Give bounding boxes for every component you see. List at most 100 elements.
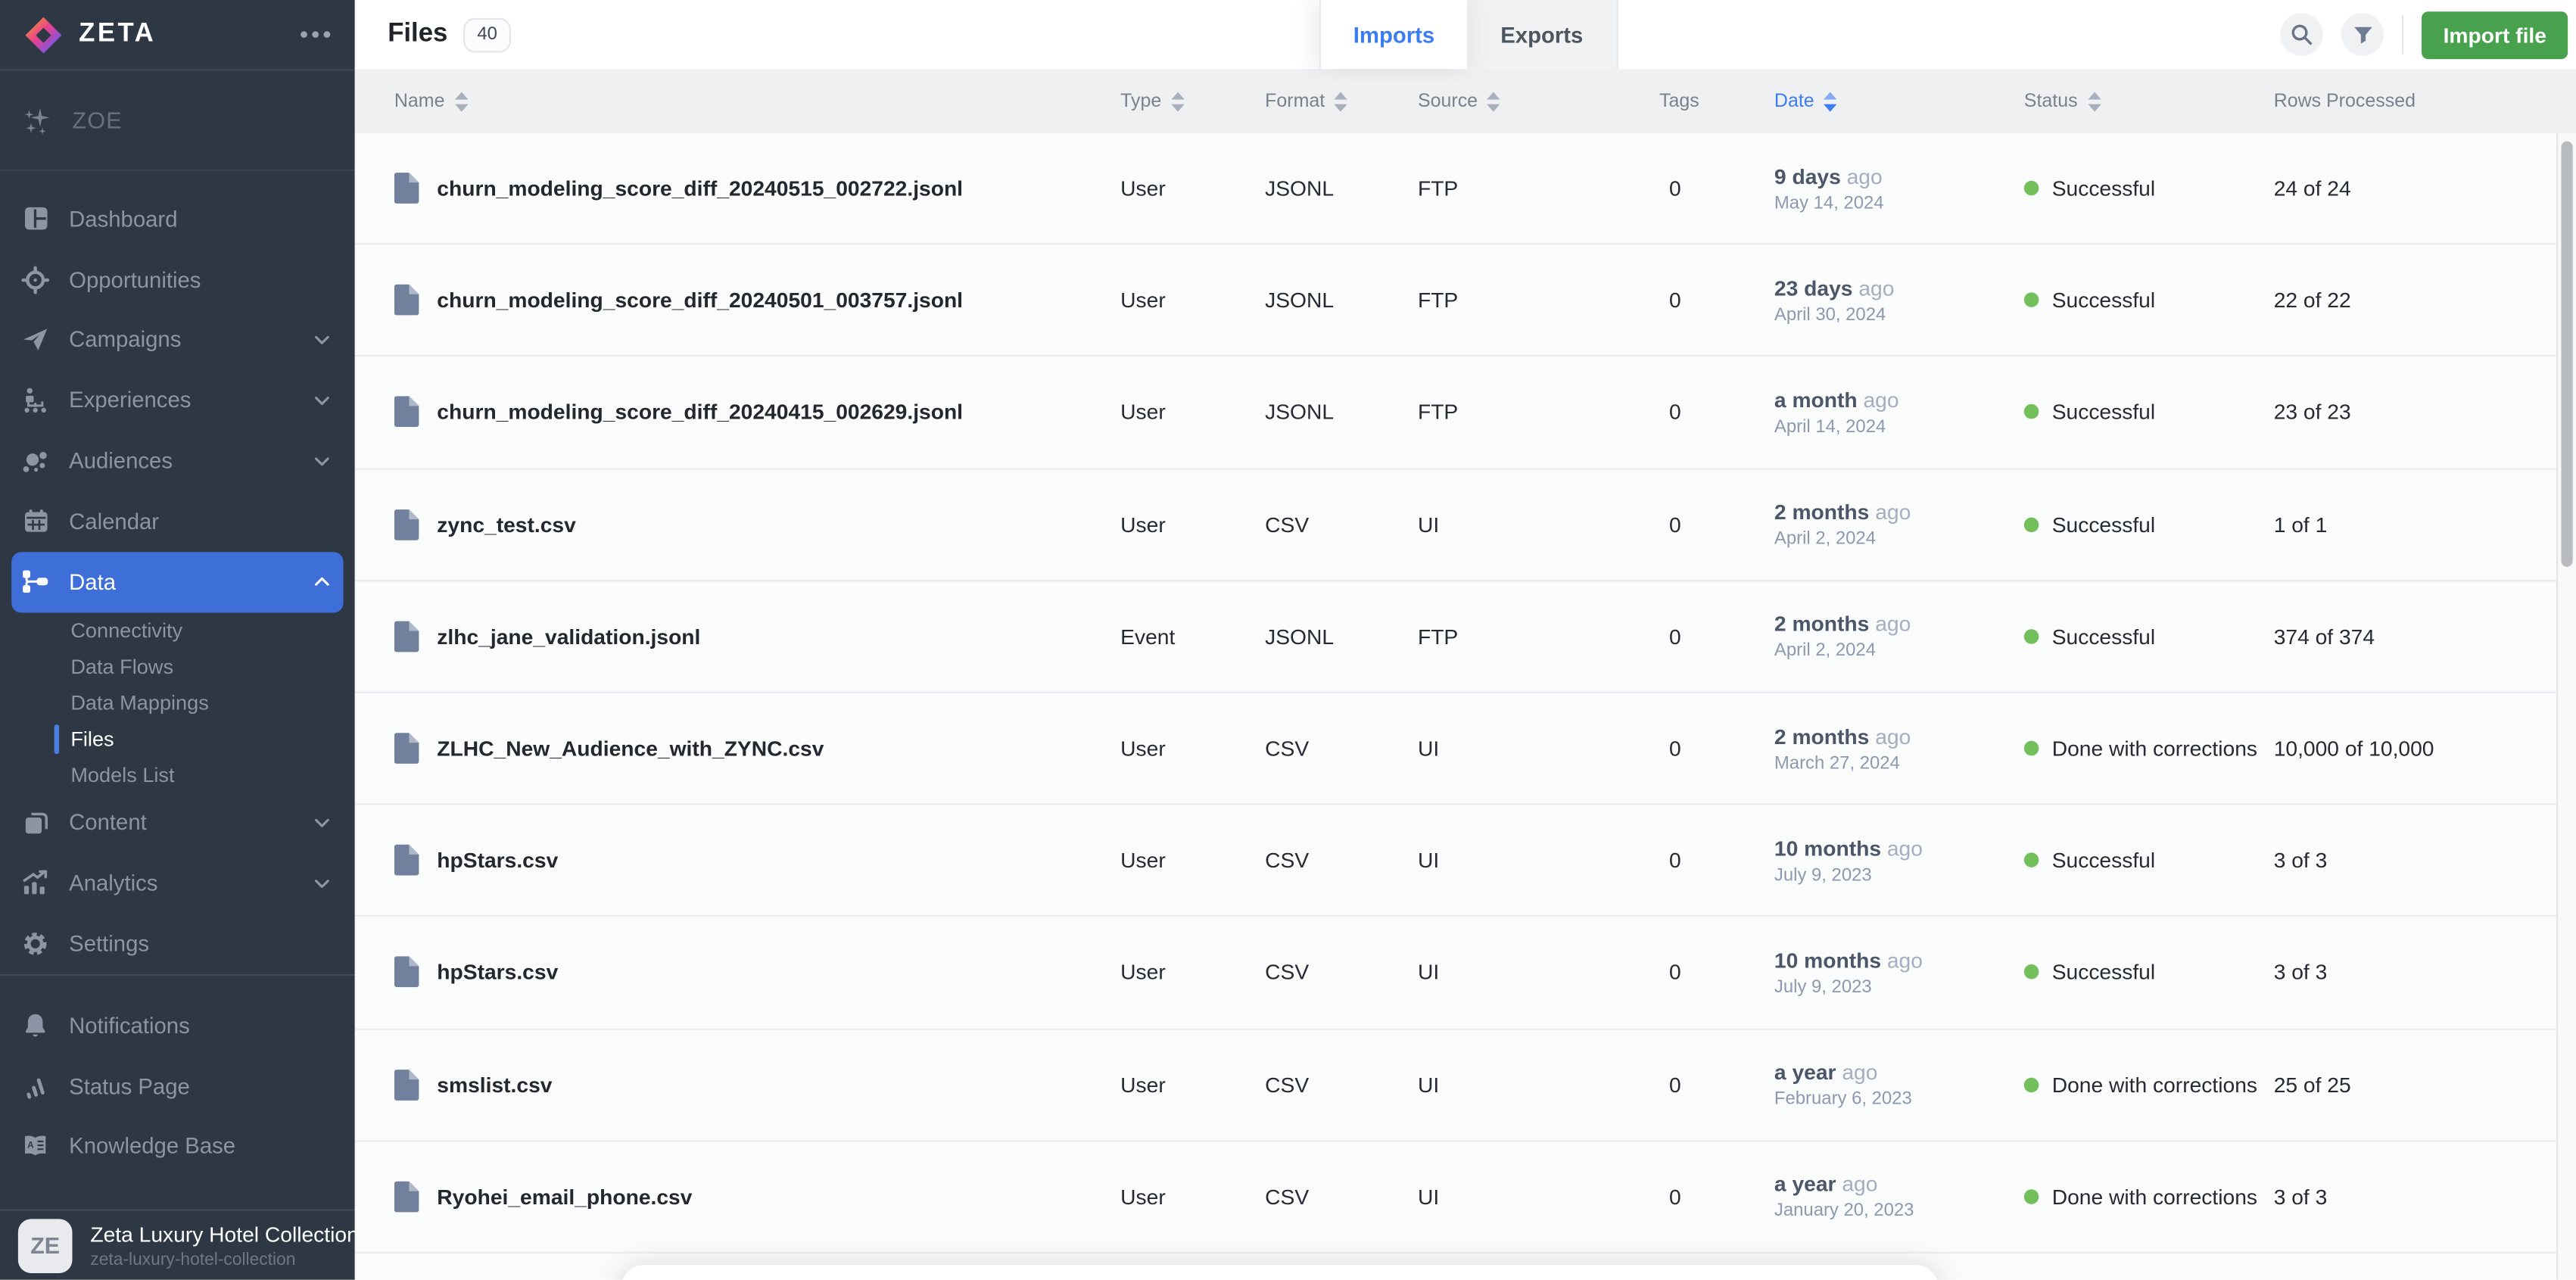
sidebar-subitem-connectivity[interactable]: Connectivity	[0, 612, 355, 649]
account-switcher[interactable]: ZE Zeta Luxury Hotel Collection zeta-lux…	[0, 1211, 355, 1279]
rows-processed-cell: 24 of 24	[2274, 176, 2576, 201]
sidebar-item-data[interactable]: Data	[11, 552, 343, 612]
rows-processed-cell: 1 of 1	[2274, 512, 2576, 537]
sidebar-item-status-page[interactable]: Status Page	[0, 1056, 355, 1116]
sidebar-item-knowledge-base[interactable]: AKnowledge Base	[0, 1116, 355, 1177]
account-name: Zeta Luxury Hotel Collection	[90, 1222, 354, 1247]
table-row[interactable]: churn_modeling_score_diff_20240415_00262…	[355, 357, 2576, 469]
sidebar-item-zoe[interactable]: ZOE	[0, 70, 355, 170]
app: ZETA ZOE DashboardOpportunitiesCampaigns…	[0, 0, 2576, 1280]
tab-exports[interactable]: Exports	[1467, 0, 1618, 69]
status-cell: Successful	[2024, 512, 2274, 537]
sidebar: ZETA ZOE DashboardOpportunitiesCampaigns…	[0, 0, 355, 1280]
table-row[interactable]: zync_test.csvUserCSVUI02 months agoApril…	[355, 469, 2576, 581]
sidebar-footer-nav: NotificationsStatus PageAKnowledge Base	[0, 976, 355, 1177]
sort-icon	[2088, 91, 2101, 111]
table-row[interactable]: ZLHC_New_Audience_with_ZYNC.csvUserCSVUI…	[355, 693, 2576, 805]
source-cell: FTP	[1418, 624, 1659, 649]
sidebar-item-experiences[interactable]: Experiences	[0, 370, 355, 431]
vertical-scrollbar[interactable]	[2556, 133, 2576, 1280]
page-title: Files	[388, 20, 447, 49]
sidebar-subitem-data-mappings[interactable]: Data Mappings	[0, 684, 355, 721]
status-label: Successful	[2052, 400, 2155, 425]
sidebar-item-notifications[interactable]: Notifications	[0, 995, 355, 1056]
table-row[interactable]: Ryohei_email_phone.csvUserCSVUI0a year a…	[355, 1141, 2576, 1254]
file-icon	[394, 173, 419, 204]
file-name: churn_modeling_score_diff_20240501_00375…	[437, 288, 963, 313]
column-header-status[interactable]: Status	[2024, 91, 2274, 111]
column-header-source[interactable]: Source	[1418, 91, 1659, 111]
column-header-date[interactable]: Date	[1774, 91, 2024, 111]
table-row[interactable]: hpStars.csvUserCSVUI010 months agoJuly 9…	[355, 805, 2576, 917]
sidebar-item-analytics[interactable]: Analytics	[0, 853, 355, 914]
avatar: ZE	[18, 1219, 73, 1273]
table-row[interactable]: churn_modeling_score_diff_20240501_00375…	[355, 245, 2576, 357]
sidebar-subitem-data-flows[interactable]: Data Flows	[0, 648, 355, 684]
chevron-down-icon	[312, 451, 332, 471]
status-cell: Successful	[2024, 400, 2274, 425]
rows-processed-cell: 23 of 23	[2274, 400, 2576, 425]
filter-button[interactable]	[2341, 13, 2384, 55]
sidebar-item-label: Analytics	[69, 871, 157, 896]
format-cell: CSV	[1265, 960, 1418, 985]
sidebar-item-opportunities[interactable]: Opportunities	[0, 249, 355, 310]
date-cell: 2 months agoApril 2, 2024	[1774, 612, 2024, 661]
date-cell: a month agoApril 14, 2024	[1774, 388, 2024, 437]
status-label: Successful	[2052, 960, 2155, 985]
settings-icon	[21, 930, 49, 958]
source-cell: FTP	[1418, 176, 1659, 201]
search-button[interactable]	[2281, 13, 2323, 55]
bottom-floating-panel	[621, 1265, 1939, 1280]
campaigns-icon	[21, 326, 49, 354]
status-cell: Successful	[2024, 960, 2274, 985]
file-name-cell: churn_modeling_score_diff_20240501_00375…	[394, 285, 1120, 316]
sidebar-item-settings[interactable]: Settings	[0, 914, 355, 974]
tags-cell: 0	[1659, 400, 1774, 425]
status-label: Successful	[2052, 512, 2155, 537]
status-dot	[2024, 181, 2039, 196]
scrollbar-thumb[interactable]	[2561, 142, 2572, 567]
chevron-down-icon	[312, 874, 332, 893]
import-file-button[interactable]: Import file	[2422, 11, 2568, 58]
sidebar-item-campaigns[interactable]: Campaigns	[0, 310, 355, 370]
file-name-cell: ZLHC_New_Audience_with_ZYNC.csv	[394, 733, 1120, 764]
date-cell: 2 months agoMarch 27, 2024	[1774, 724, 2024, 773]
analytics-icon	[21, 870, 49, 898]
file-icon	[394, 397, 419, 428]
sidebar-subitem-files[interactable]: Files	[0, 721, 355, 757]
data-icon	[21, 568, 49, 596]
table-row[interactable]: churn_modeling_score_diff_20240515_00272…	[355, 133, 2576, 245]
column-header-name[interactable]: Name	[394, 91, 1120, 111]
file-name: smslist.csv	[437, 1072, 552, 1097]
sidebar-nav: DashboardOpportunitiesCampaignsExperienc…	[0, 171, 355, 974]
table-row[interactable]: smslist.csvUserCSVUI0a year agoFebruary …	[355, 1029, 2576, 1141]
sidebar-item-audiences[interactable]: Audiences	[0, 431, 355, 491]
source-cell: UI	[1418, 848, 1659, 873]
tags-cell: 0	[1659, 176, 1774, 201]
vertical-divider	[2402, 15, 2403, 55]
sidebar-item-calendar[interactable]: Calendar	[0, 491, 355, 552]
column-header-format[interactable]: Format	[1265, 91, 1418, 111]
filter-funnel-icon	[2352, 23, 2373, 45]
status-label: Done with corrections	[2052, 1184, 2257, 1209]
tags-cell: 0	[1659, 288, 1774, 313]
type-cell: User	[1120, 736, 1265, 761]
table-body: churn_modeling_score_diff_20240515_00272…	[355, 133, 2576, 1280]
files-count-badge: 40	[464, 17, 510, 52]
tab-imports[interactable]: Imports	[1319, 0, 1467, 69]
rows-processed-cell: 3 of 3	[2274, 848, 2576, 873]
format-cell: CSV	[1265, 1184, 1418, 1209]
sidebar-item-dashboard[interactable]: Dashboard	[0, 189, 355, 250]
status-dot	[2024, 629, 2039, 644]
date-cell: 23 days agoApril 30, 2024	[1774, 276, 2024, 325]
ellipsis-menu-icon[interactable]	[299, 30, 332, 39]
column-header-type[interactable]: Type	[1120, 91, 1265, 111]
sidebar-item-content[interactable]: Content	[0, 793, 355, 853]
sparkles-icon	[21, 104, 52, 135]
type-cell: Event	[1120, 624, 1265, 649]
sidebar-item-label: Audiences	[69, 449, 173, 474]
table-row[interactable]: zlhc_jane_validation.jsonlEventJSONLFTP0…	[355, 581, 2576, 693]
table-row[interactable]: hpStars.csvUserCSVUI010 months agoJuly 9…	[355, 917, 2576, 1029]
sidebar-subitem-models-list[interactable]: Models List	[0, 757, 355, 793]
status-label: Done with corrections	[2052, 736, 2257, 761]
